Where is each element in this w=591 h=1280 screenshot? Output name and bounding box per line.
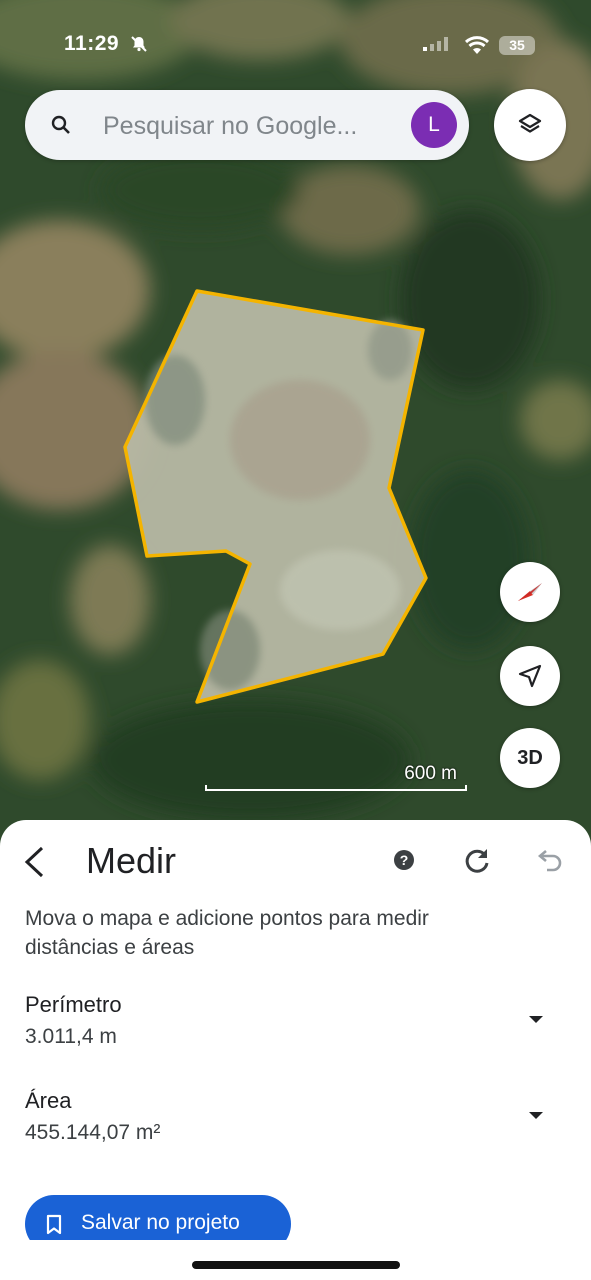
search-placeholder[interactable]: Pesquisar no Google...	[103, 112, 357, 141]
home-indicator[interactable]	[192, 1261, 400, 1269]
search-bar[interactable]: Pesquisar no Google... L	[25, 90, 469, 160]
panel-description: Mova o mapa e adicione pontos para medir…	[25, 907, 429, 959]
help-icon[interactable]: ?	[393, 849, 415, 876]
save-label: Salvar no projeto	[81, 1211, 240, 1234]
compass-icon	[518, 583, 542, 601]
wifi-icon	[464, 35, 490, 60]
perimeter-label: Perímetro	[25, 992, 122, 1017]
dropdown-arrow-icon[interactable]	[527, 1108, 545, 1126]
reset-icon[interactable]	[463, 847, 491, 880]
area-value: 455.144,07 m²	[25, 1121, 161, 1144]
compass-button[interactable]	[500, 562, 560, 622]
status-time: 11:29	[64, 32, 120, 55]
search-icon	[49, 113, 73, 142]
back-arrow-icon[interactable]	[22, 845, 48, 884]
3d-toggle-button[interactable]: 3D	[500, 728, 560, 788]
measure-panel: Medir ? Mova o mapa e adicione pontos pa…	[0, 820, 591, 1280]
area-label: Área	[25, 1088, 72, 1113]
scale-bar	[205, 785, 467, 791]
undo-icon[interactable]	[535, 848, 563, 877]
my-location-button[interactable]	[500, 646, 560, 706]
battery-indicator: 35	[499, 36, 535, 55]
perimeter-value: 3.011,4 m	[25, 1025, 117, 1048]
map-scale: 600 m	[205, 763, 467, 795]
satellite-map[interactable]: 11:29 35 Pesquisar no Google... L 3D 600…	[0, 0, 591, 850]
perimeter-row[interactable]: Perímetro 3.011,4 m	[25, 992, 545, 1049]
layers-icon	[518, 113, 542, 133]
layers-button[interactable]	[494, 89, 566, 161]
area-row[interactable]: Área 455.144,07 m²	[25, 1088, 545, 1145]
3d-label: 3D	[517, 747, 543, 769]
dropdown-arrow-icon[interactable]	[527, 1012, 545, 1030]
bookmark-icon	[46, 1214, 62, 1235]
panel-title: Medir	[86, 840, 177, 881]
scale-label: 600 m	[404, 763, 457, 784]
svg-text:?: ?	[400, 852, 409, 868]
avatar[interactable]: L	[411, 102, 457, 148]
bottom-safe-area	[0, 1240, 591, 1280]
status-bar: 11:29 35	[0, 30, 591, 60]
navigation-arrow-icon	[518, 664, 542, 688]
signal-icon	[423, 37, 451, 56]
bell-muted-icon	[130, 35, 148, 58]
